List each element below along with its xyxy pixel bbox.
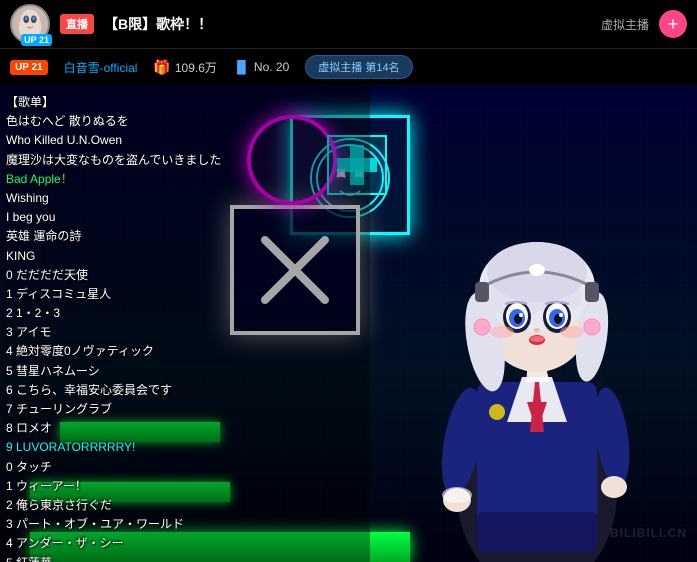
header-top: UP 21 直播 【B限】歌枠！！ 虚拟主播 + (0, 0, 697, 48)
danmaku-item: 1 ディスコミュ星人 (6, 285, 364, 304)
rank-badge[interactable]: 虚拟主播 第14名 (305, 55, 412, 79)
stream-title: 【B限】歌枠！！ (104, 14, 591, 34)
rank-stat: ▐▌ No. 20 (233, 60, 289, 74)
danmaku-item: Wishing (6, 189, 364, 208)
danmaku-item: I beg you (6, 208, 364, 227)
danmaku-item: 1 ウィーアー！ (6, 477, 364, 496)
username-stat: 白音雪-official (64, 59, 138, 76)
character (377, 112, 697, 562)
follow-button[interactable]: + (659, 10, 687, 38)
danmaku-item: 2 1・2・3 (6, 304, 364, 323)
avatar-container: UP 21 (10, 4, 50, 44)
danmaku-item: 魔理沙は大変なものを盗んでいきました (6, 151, 364, 170)
danmaku-item: 2 俺ら東京さ行ぐだ (6, 496, 364, 515)
gift-icon: 🎁 (153, 59, 170, 76)
danmaku-item: Bad Apple！ (6, 170, 364, 189)
danmaku-item: Who Killed U.N.Owen (6, 131, 364, 150)
danmaku-item: 9 LUVORATORRRRRY! (6, 438, 364, 457)
virtual-tag: 虚拟主播 (601, 16, 649, 33)
followers-stat: 🎁 109.6万 (153, 59, 216, 76)
up-badge-stat: UP 21 (10, 60, 48, 75)
danmaku-item: 0 だだだだ天使 (6, 266, 364, 285)
danmaku-item: 0 タッチ (6, 458, 364, 477)
danmaku-item: KING (6, 247, 364, 266)
live-badge: 直播 (60, 14, 94, 34)
danmaku-item: 【歌单】 (6, 93, 364, 112)
danmaku-item: 5 紅蓮華 (6, 554, 364, 562)
bar-chart-icon: ▐▌ (233, 60, 250, 74)
character-svg (377, 112, 697, 562)
watermark: BILIBILI.CN (610, 524, 687, 542)
danmaku-item: 4 アンダー・ザ・シー (6, 534, 364, 553)
up-badge: UP 21 (21, 34, 52, 46)
danmaku-item: 3 パート・オブ・ユア・ワールド (6, 515, 364, 534)
header-stats: UP 21 白音雪-official 🎁 109.6万 ▐▌ No. 20 虚拟… (0, 48, 697, 85)
danmaku-item: 4 絶対零度0ノヴァティック (6, 342, 364, 361)
header: UP 21 直播 【B限】歌枠！！ 虚拟主播 + UP 21 白音雪-offic… (0, 0, 697, 85)
danmaku-item: 色はむへど 散りぬるを (6, 112, 364, 131)
danmaku-item: 3 アイモ (6, 323, 364, 342)
danmaku-item: 8 ロメオ (6, 419, 364, 438)
danmaku-overlay: 【歌单】色はむへど 散りぬるをWho Killed U.N.Owen魔理沙は大変… (0, 85, 370, 562)
danmaku-item: 6 こちら、幸福安心委員会です (6, 381, 364, 400)
danmaku-item: 5 彗星ハネムーシ (6, 362, 364, 381)
danmaku-item: 英雄 運命の詩 (6, 227, 364, 246)
danmaku-item: 7 チューリングラブ (6, 400, 364, 419)
